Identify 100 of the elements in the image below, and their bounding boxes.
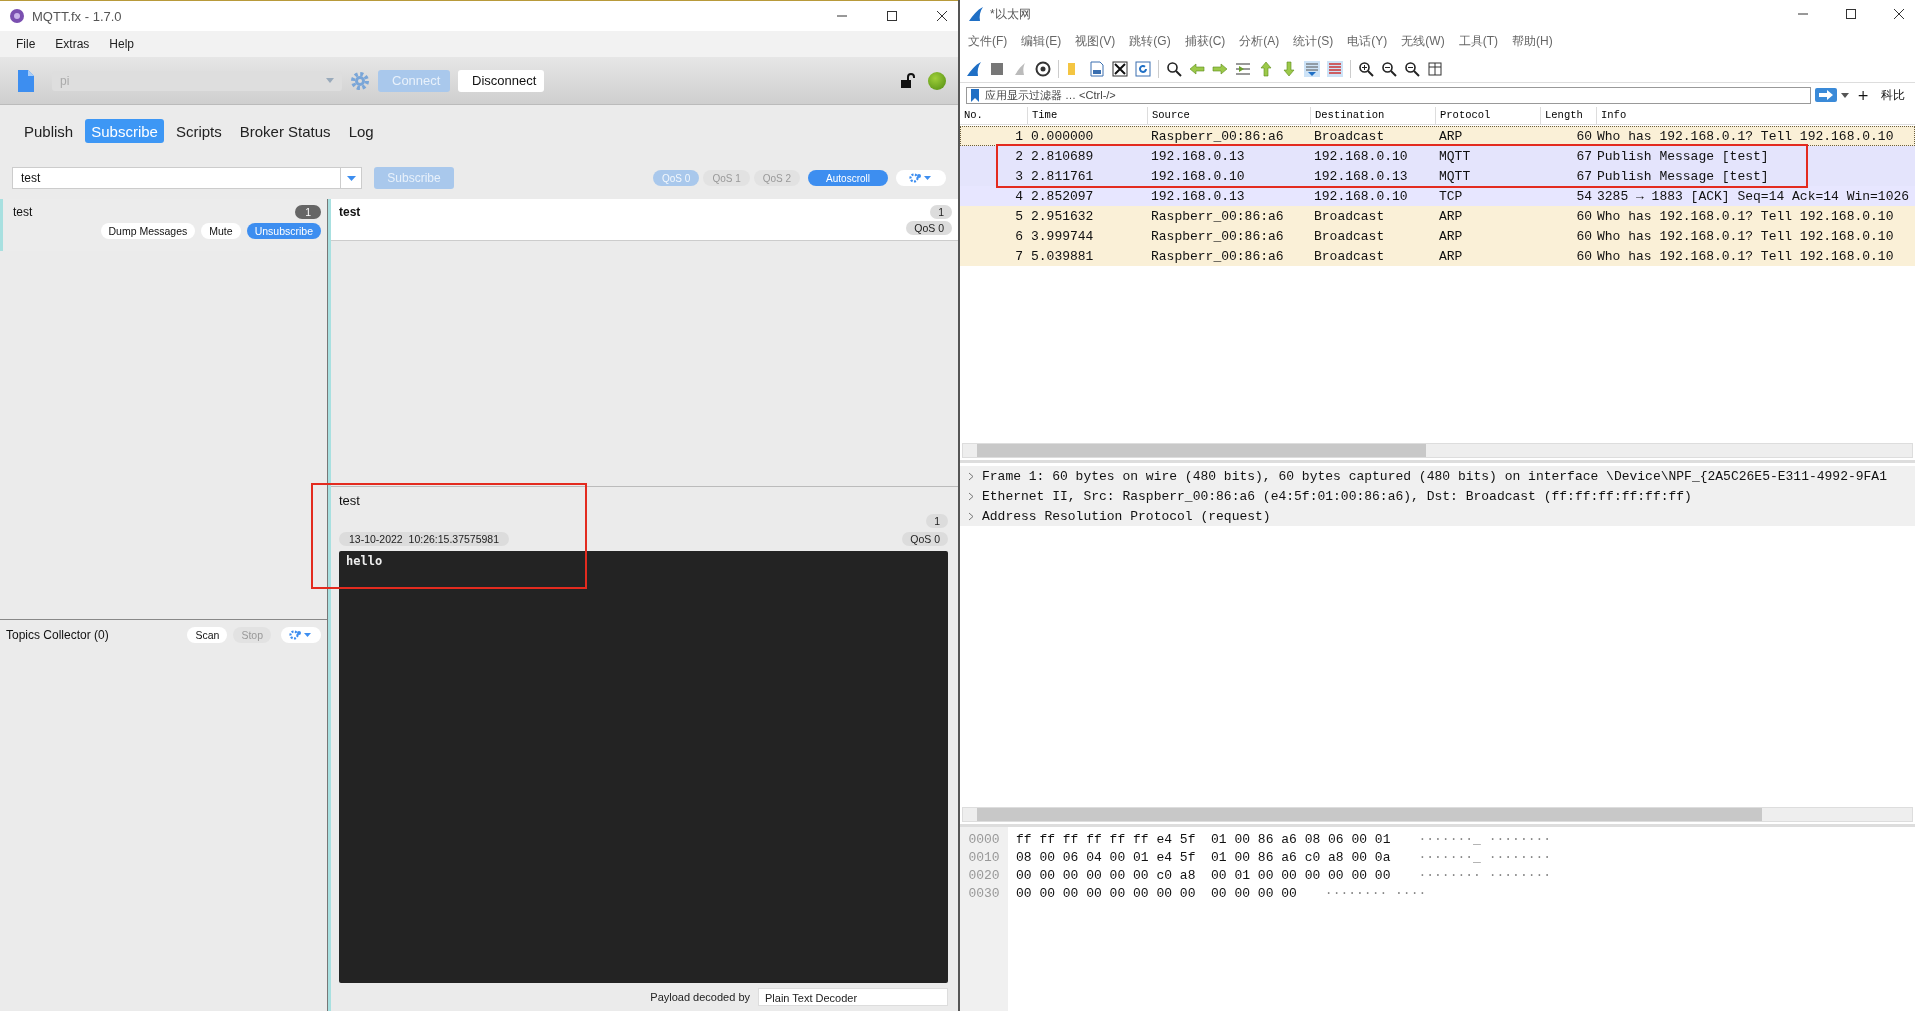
table-cell-text: Who has 192.168.0.1? Tell 192.168.0.10 [1597, 248, 1895, 264]
toolbar-button[interactable]: Disconnect [458, 69, 544, 92]
menu-item[interactable]: 捕获(C) [1184, 33, 1226, 50]
packet-row[interactable]: 3 2.811761 192.168.0.10 192.168.0.13 MQTT 67 Publish Message [test] [960, 166, 1915, 186]
column-header[interactable]: Length [1541, 107, 1597, 124]
message-item[interactable]: test 1 QoS 0 [331, 199, 958, 241]
table-cell-text: 192.168.0.10 [1313, 148, 1409, 164]
action-button[interactable]: Mute [201, 223, 241, 239]
table-cell-text: 6 [1014, 228, 1024, 244]
menu-item[interactable]: 电话(Y) [1347, 33, 1388, 50]
horizontal-scrollbar[interactable] [962, 443, 1913, 458]
menu-item[interactable]: 分析(A) [1239, 33, 1280, 50]
table-cell-text: Raspberr_00:86:a6 [1150, 228, 1285, 244]
menu-item[interactable]: 文件(F) [968, 33, 1008, 50]
shark-fin-icon[interactable] [966, 60, 982, 77]
caret-icon[interactable] [1841, 92, 1850, 98]
packet-row[interactable]: 4 2.852097 192.168.0.13 192.168.0.10 TCP 54 3285 → 1883 [ACK] Seq=14 Ack=14 Win=1026 [960, 186, 1915, 206]
table-cell-text: 192.168.0.10 [1150, 168, 1246, 184]
arrow-right-icon[interactable] [1212, 60, 1228, 77]
tab[interactable]: Scripts [169, 119, 228, 143]
tab[interactable]: Log [342, 119, 380, 143]
table-cell-text: 5 [1014, 208, 1024, 224]
packet-row[interactable]: 6 3.999744 Raspberr_00:86:a6 Broadcast ARP 60 Who has 192.168.0.1? Tell 192.168.0.10 [960, 226, 1915, 246]
column-header[interactable]: Time [1028, 107, 1148, 124]
tab[interactable]: Publish [18, 119, 80, 143]
maximize-icon[interactable] [886, 10, 898, 22]
menu-item[interactable]: Extras [55, 37, 90, 51]
packet-row[interactable]: 2 2.810689 192.168.0.13 192.168.0.10 MQTT 67 Publish Message [test] [960, 146, 1915, 166]
decoder-dropdown[interactable]: Plain Text Decoder [758, 988, 948, 1006]
file-icon[interactable] [1089, 60, 1105, 77]
arrow-down-icon[interactable] [1281, 60, 1297, 77]
menu-item[interactable]: 视图(V) [1075, 33, 1116, 50]
autoscroll-icon[interactable] [1304, 60, 1320, 77]
table-cell-text: Raspberr_00:86:a6 [1150, 208, 1285, 224]
hex-offset: 0000 [968, 831, 1000, 849]
search-icon[interactable] [1166, 60, 1182, 77]
detail-row[interactable]: Ethernet II, Src: Raspberr_00:86:a6 (e4:5f:01:00:86:a6), Dst: Broadcast (ff:ff:ff:ff:ff:ff) [960, 486, 1915, 506]
menu-item[interactable]: 无线(W) [1401, 33, 1445, 50]
close-file-icon[interactable] [1112, 60, 1128, 77]
close-icon[interactable] [936, 10, 948, 22]
column-header[interactable]: Info [1597, 107, 1915, 124]
detail-row[interactable]: Address Resolution Protocol (request) [960, 506, 1915, 526]
jump-icon[interactable] [1235, 60, 1251, 77]
menu-item[interactable]: Help [109, 37, 135, 51]
add-filter-button[interactable]: + [1853, 87, 1873, 103]
action-button[interactable]: Dump Messages [100, 223, 196, 239]
menu-item[interactable]: 编辑(E) [1021, 33, 1062, 50]
gear-caret-icon [289, 630, 313, 640]
topics-collector-title: Topics Collector (0) [6, 628, 109, 642]
close-icon[interactable] [1893, 8, 1905, 20]
options-icon[interactable] [1035, 60, 1051, 77]
resize-columns-icon[interactable] [1427, 60, 1443, 77]
ascii-text: ········ ········ [1418, 867, 1552, 885]
stop-icon[interactable] [989, 60, 1005, 77]
hex-offset: 0010 [968, 849, 1000, 867]
packet-row[interactable]: 7 5.039881 Raspberr_00:86:a6 Broadcast ARP 60 Who has 192.168.0.1? Tell 192.168.0.10 [960, 246, 1915, 266]
packet-row[interactable]: 5 2.951632 Raspberr_00:86:a6 Broadcast ARP 60 Who has 192.168.0.1? Tell 192.168.0.10 [960, 206, 1915, 226]
zoom-in-icon[interactable] [1358, 60, 1374, 77]
table-cell-text: ARP [1438, 228, 1464, 244]
colorize-icon[interactable] [1327, 60, 1343, 77]
column-header[interactable]: Source [1148, 107, 1311, 124]
menu-item[interactable]: 帮助(H) [1512, 33, 1553, 50]
table-cell-text: 3285 → 1883 [ACK] Seq=14 Ack=14 Win=1026 [1597, 188, 1911, 204]
settings-dropdown-button[interactable] [281, 627, 321, 643]
message-count: 1 [295, 205, 321, 219]
collector-button[interactable]: Scan [187, 627, 228, 643]
table-cell-text: 3.999744 [1030, 228, 1095, 244]
window-title: *以太网 [990, 5, 1031, 23]
menu-item[interactable]: File [16, 37, 36, 51]
menu-item[interactable]: 跳转(G) [1129, 33, 1171, 50]
column-header[interactable]: Protocol [1436, 107, 1541, 124]
reload-icon[interactable] [1135, 60, 1151, 77]
table-cell-text: Raspberr_00:86:a6 [1150, 248, 1285, 264]
document-icon[interactable] [18, 69, 34, 92]
shark-fin-icon [968, 6, 984, 22]
column-header[interactable]: Destination [1311, 107, 1436, 124]
filter-button[interactable]: 科比 [1877, 86, 1909, 104]
arrow-left-icon[interactable] [1189, 60, 1205, 77]
display-filter-field[interactable]: 应用显示过滤器 … <Ctrl-/> [966, 86, 1812, 104]
table-cell-text: Publish Message [test] [1597, 148, 1770, 164]
payload-text-area[interactable]: hello [339, 551, 948, 983]
settings-dropdown-button[interactable] [896, 170, 946, 186]
table-cell-text: 60 [1575, 208, 1593, 224]
menu-item[interactable]: 工具(T) [1458, 33, 1498, 50]
topic-field[interactable]: test [12, 167, 362, 189]
caret-icon [346, 175, 356, 181]
detail-row[interactable]: Frame 1: 60 bytes on wire (480 bits), 60 bytes captured (480 bits) on interface \Device\NPF_{2A5C26E5-E311-4992-9FA1 [960, 466, 1915, 486]
packet-row[interactable]: 1 0.000000 Raspberr_00:86:a6 Broadcast ARP 60 Who has 192.168.0.1? Tell 192.168.0.10 [960, 126, 1915, 146]
table-cell-text: 7 [1014, 248, 1024, 264]
tab[interactable]: Broker Status [233, 119, 337, 143]
zoom-out-icon[interactable] [1381, 60, 1397, 77]
zoom-reset-icon[interactable] [1404, 60, 1420, 77]
table-cell-text: ARP [1438, 128, 1464, 144]
horizontal-scrollbar[interactable] [962, 807, 1913, 822]
column-header[interactable]: No. [960, 107, 1028, 124]
menu-item[interactable]: 统计(S) [1293, 33, 1334, 50]
window-title: MQTT.fx - 1.7.0 [32, 8, 122, 24]
arrow-up-icon[interactable] [1258, 60, 1274, 77]
maximize-icon[interactable] [1845, 8, 1857, 20]
table-cell-text: MQTT [1438, 148, 1472, 164]
